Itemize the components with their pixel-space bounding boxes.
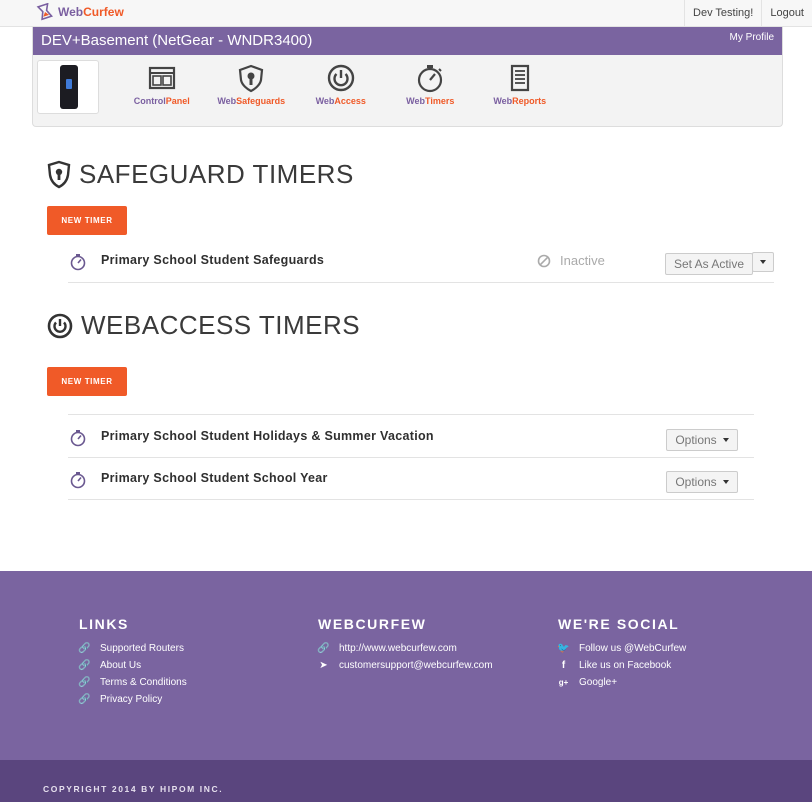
link-icon: 🔗 (317, 643, 330, 654)
webaccess-timers-heading: WEBACCESS TIMERS (47, 310, 360, 341)
safeguard-shield-icon (239, 64, 264, 93)
google-plus-icon: g+ (558, 678, 569, 687)
footer-link-about-us[interactable]: 🔗 About Us (78, 657, 187, 674)
timer-status-text: Inactive (560, 253, 605, 268)
footer-social-column: WE'RE SOCIAL 🐦 Follow us @WebCurfew f Like… (557, 616, 686, 691)
copyright-bar: COPYRIGHT 2014 BY HIPOM INC. (0, 760, 812, 802)
nav-label-web-access: WebAccess (315, 96, 366, 106)
caret-down-icon (722, 480, 729, 484)
nav-label-web-reports: WebReports (493, 96, 547, 106)
report-document-icon (510, 64, 529, 92)
safeguard-timers-heading: SAFEGUARD TIMERS (47, 159, 354, 190)
footer: LINKS 🔗 Supported Routers 🔗 About Us 🔗 Term… (0, 571, 812, 760)
webaccess-timers-title: WEBACCESS TIMERS (81, 310, 361, 340)
link-icon: 🔗 (78, 677, 91, 688)
safeguard-shield-icon (47, 160, 71, 188)
row-divider (68, 414, 754, 415)
caret-down-icon (722, 438, 729, 442)
options-label: Options (675, 475, 717, 489)
footer-facebook-link[interactable]: f Like us on Facebook (558, 657, 686, 674)
nav-web-reports[interactable]: WebReports (475, 63, 565, 106)
twitter-icon: 🐦 (557, 643, 570, 654)
footer-link-supported-routers[interactable]: 🔗 Supported Routers (78, 640, 187, 657)
router-panel: DEV+Basement (NetGear - WNDR3400) My Pro… (32, 27, 783, 127)
nav-web-timers[interactable]: WebTimers (386, 63, 476, 106)
router-title: DEV+Basement (NetGear - WNDR3400) (41, 32, 313, 49)
stopwatch-icon (70, 430, 86, 447)
my-profile-link[interactable]: My Profile (730, 32, 774, 43)
footer-link-privacy[interactable]: 🔗 Privacy Policy (78, 691, 187, 708)
footer-twitter-link[interactable]: 🐦 Follow us @WebCurfew (557, 640, 686, 657)
stopwatch-icon (70, 254, 86, 271)
caret-down-icon (760, 260, 766, 264)
new-safeguard-timer-button[interactable]: NEW TIMER (47, 206, 127, 235)
set-active-dropdown-toggle[interactable] (752, 252, 774, 272)
main-nav: ControlPanel WebSafeguards WebAccess Web… (117, 63, 565, 106)
footer-website-link[interactable]: 🔗 http://www.webcurfew.com (317, 640, 493, 657)
footer-webcurfew-column: WEBCURFEW 🔗 http://www.webcurfew.com ➤ cus… (317, 616, 493, 674)
copyright-text: COPYRIGHT 2014 BY HIPOM INC. (43, 784, 224, 794)
row-divider (68, 282, 774, 283)
webaccess-timer-row: Primary School Student School Year Optio… (47, 469, 754, 493)
link-icon: 🔗 (78, 660, 91, 671)
nav-label-web-safeguards: WebSafeguards (217, 96, 286, 106)
stopwatch-icon (418, 65, 443, 93)
brand-name-curfew: Curfew (83, 5, 124, 19)
top-bar: Web Curfew Dev Testing! Logout (0, 0, 812, 27)
power-icon (47, 313, 73, 338)
nav-control-panel[interactable]: ControlPanel (117, 63, 207, 106)
router-image (37, 60, 99, 114)
safeguard-timers-title: SAFEGUARD TIMERS (79, 159, 354, 189)
options-dropdown-button[interactable]: Options (666, 429, 738, 451)
options-label: Options (675, 433, 717, 447)
inactive-icon (537, 254, 551, 267)
send-icon: ➤ (319, 660, 328, 671)
control-panel-icon (148, 66, 175, 90)
nav-web-access[interactable]: WebAccess (296, 63, 386, 106)
top-links: Dev Testing! Logout (684, 0, 812, 27)
webaccess-timer-name[interactable]: Primary School Student School Year (101, 471, 328, 485)
footer-googleplus-link[interactable]: g+ Google+ (558, 674, 686, 691)
new-webaccess-timer-button[interactable]: NEW TIMER (47, 367, 127, 396)
options-dropdown-button[interactable]: Options (666, 471, 738, 493)
nav-label-control-panel: ControlPanel (133, 96, 190, 106)
footer-links-title: LINKS (79, 616, 129, 632)
facebook-icon: f (561, 660, 566, 671)
stopwatch-icon (70, 472, 86, 489)
footer-link-terms[interactable]: 🔗 Terms & Conditions (78, 674, 186, 691)
footer-webcurfew-title: WEBCURFEW (318, 616, 427, 632)
webaccess-timer-row: Primary School Student Holidays & Summer… (47, 427, 754, 451)
footer-social-title: WE'RE SOCIAL (558, 616, 680, 632)
brand-name-web: Web (58, 5, 84, 19)
set-as-active-button[interactable]: Set As Active (665, 253, 753, 275)
row-divider (68, 457, 754, 458)
nav-label-web-timers: WebTimers (406, 96, 455, 106)
footer-email-link[interactable]: ➤ customersupport@webcurfew.com (318, 657, 492, 674)
row-divider (68, 499, 754, 500)
hourglass-logo-icon (36, 3, 54, 21)
nav-web-safeguards[interactable]: WebSafeguards (207, 63, 297, 106)
power-icon (327, 64, 354, 92)
router-header: DEV+Basement (NetGear - WNDR3400) My Pro… (33, 27, 782, 55)
user-account-link[interactable]: Dev Testing! (684, 0, 761, 27)
router-led-graphic (66, 79, 72, 89)
safeguard-timer-row: Primary School Student Safeguards Inacti… (47, 251, 774, 275)
safeguard-timer-name[interactable]: Primary School Student Safeguards (101, 253, 324, 267)
logout-link[interactable]: Logout (761, 0, 812, 27)
brand-logo[interactable]: Web Curfew (36, 3, 124, 21)
footer-links-column: LINKS 🔗 Supported Routers 🔗 About Us 🔗 Term… (78, 616, 187, 708)
timer-status: Inactive (537, 253, 605, 268)
webaccess-timer-name[interactable]: Primary School Student Holidays & Summer… (101, 429, 434, 443)
link-icon: 🔗 (78, 643, 91, 654)
link-icon: 🔗 (78, 694, 91, 705)
